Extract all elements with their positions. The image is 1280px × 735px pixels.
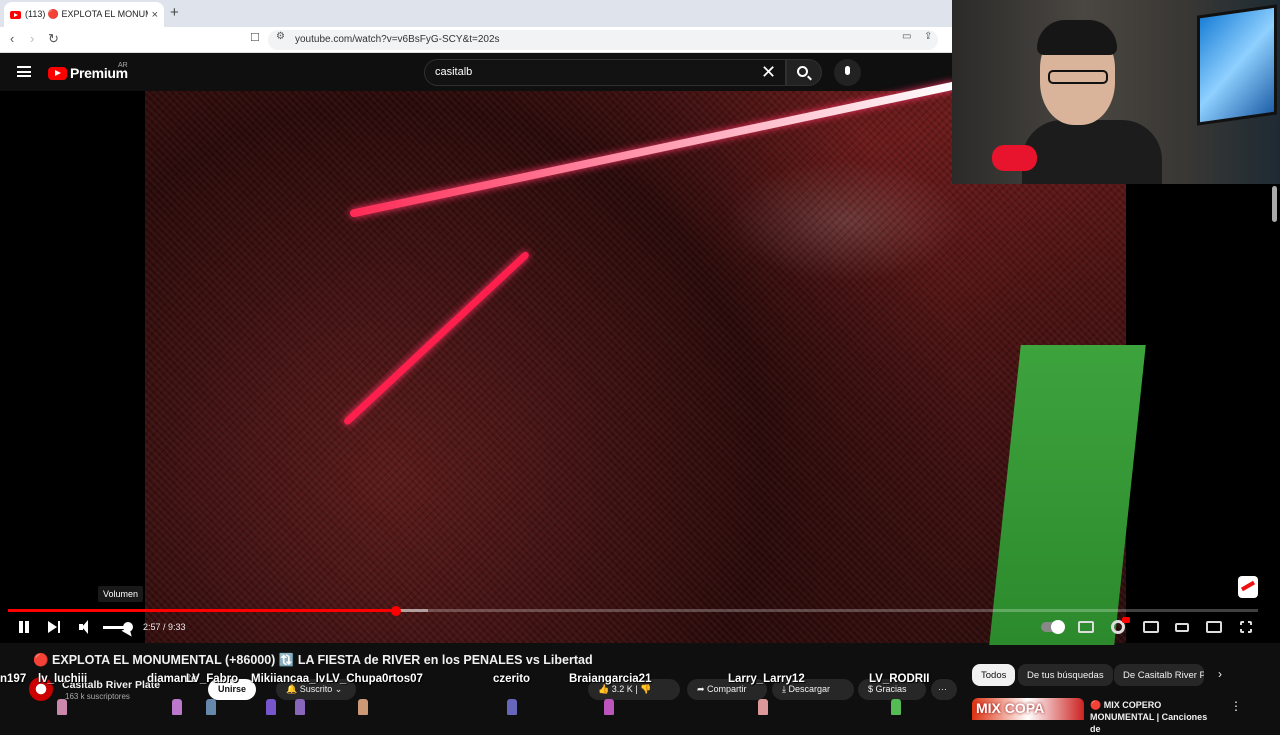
share-label: Compartir	[707, 684, 747, 694]
chip-from-searches[interactable]: De tus búsquedas	[1018, 664, 1113, 686]
download-label: Descargar	[788, 684, 830, 694]
hd-badge	[1122, 617, 1130, 623]
chat-overlay-name: lv_luchiii	[38, 673, 88, 685]
chat-overlay-name: Larry_Larry12	[728, 673, 805, 685]
pause-icon[interactable]	[18, 619, 29, 635]
install-app-icon[interactable]: ▭	[902, 31, 911, 42]
chat-avatar-sprite	[295, 699, 305, 715]
miniplayer-icon[interactable]	[1143, 621, 1159, 633]
chat-overlay-name: LV_Chupa0rtos07	[326, 673, 423, 685]
browser-tab[interactable]: (113) 🔴 EXPLOTA EL MONUMENTAL ×	[4, 2, 164, 27]
chip-all[interactable]: Todos	[972, 664, 1016, 686]
chat-avatar-sprite	[266, 699, 276, 715]
chat-avatar-sprite	[891, 699, 901, 715]
tab-close-icon[interactable]: ×	[152, 9, 158, 21]
chat-avatar-sprite	[507, 699, 517, 715]
chat-overlay-name: Braiangarcia21	[569, 673, 652, 685]
tab-title: (113) 🔴 EXPLOTA EL MONUMENTAL	[25, 9, 148, 19]
volume-icon[interactable]	[79, 619, 95, 635]
thanks-label: Gracias	[875, 684, 907, 694]
played-bar	[8, 609, 396, 612]
search-input[interactable]: casitalb	[424, 59, 786, 86]
recommended-title[interactable]: 🔴 MIX COPERO MONUMENTAL | Canciones de	[1090, 699, 1220, 735]
chat-avatar-sprite	[758, 699, 768, 715]
cast-icon[interactable]	[1206, 621, 1222, 633]
bookmark-icon[interactable]: ☐	[250, 31, 260, 44]
site-info-icon[interactable]: ⚙	[276, 31, 285, 42]
search-icon	[797, 66, 808, 77]
chat-overlay-name: czerito	[493, 673, 531, 685]
chevron-right-icon[interactable]: ›	[1218, 667, 1222, 681]
youtube-favicon-icon	[10, 10, 21, 19]
subscriber-count: 163 k suscriptores	[65, 692, 130, 701]
chat-overlay-name: n197	[0, 673, 27, 685]
video-title: 🔴 EXPLOTA EL MONUMENTAL (+86000) 🔃 LA FI…	[33, 653, 593, 667]
youtube-play-icon	[48, 66, 67, 80]
recommended-thumbnail[interactable]: MIX COPA	[972, 698, 1084, 720]
scrubber-handle[interactable]	[390, 606, 401, 616]
thumbnail-text: MIX COPA	[976, 700, 1045, 716]
like-count: 3.2 K	[611, 684, 633, 694]
hamburger-menu-icon[interactable]	[17, 66, 31, 77]
channel-watermark-icon[interactable]	[1238, 576, 1258, 598]
reload-icon[interactable]: ↻	[48, 31, 59, 47]
subscribed-label: Suscrito	[299, 684, 333, 694]
autoplay-toggle[interactable]	[1041, 620, 1065, 634]
voice-search-icon[interactable]	[834, 59, 861, 86]
clear-search-icon[interactable]: ✕	[761, 62, 776, 83]
volume-tooltip: Volumen	[98, 586, 144, 602]
forward-icon[interactable]: ›	[30, 31, 34, 46]
theater-mode-icon[interactable]	[1175, 623, 1189, 632]
webcam-overlay	[952, 0, 1280, 184]
back-icon[interactable]: ‹	[10, 31, 14, 46]
youtube-logo[interactable]: Premium	[48, 65, 128, 81]
progress-bar[interactable]	[8, 609, 1258, 612]
chat-overlay-name: LV_Fabro	[186, 673, 239, 685]
chat-overlay-name: LV_RODRII	[869, 673, 930, 685]
page-scrollbar[interactable]	[1272, 186, 1277, 222]
search-button[interactable]	[786, 59, 822, 86]
country-code: AR	[118, 62, 128, 69]
time-display: 2:57 / 9:33	[143, 622, 186, 632]
chat-avatar-sprite	[57, 699, 67, 715]
more-actions-button[interactable]: ···	[931, 679, 957, 700]
chat-avatar-sprite	[358, 699, 368, 715]
chat-avatar-sprite	[604, 699, 614, 715]
kebab-menu-icon[interactable]: ⋮	[1230, 699, 1242, 713]
chat-avatar-sprite	[172, 699, 182, 715]
new-tab-button[interactable]: +	[170, 4, 179, 21]
chat-avatar-sprite	[206, 699, 216, 715]
chip-from-channel[interactable]: De Casitalb River Plate	[1114, 664, 1204, 686]
url-field[interactable]: youtube.com/watch?v=v6BsFyG-SCY&t=202s	[268, 30, 938, 50]
fullscreen-icon[interactable]	[1240, 621, 1252, 633]
subtitles-icon[interactable]	[1078, 621, 1094, 633]
chat-overlay-name: Mikiiancaa_lv	[251, 673, 326, 685]
next-video-icon[interactable]	[48, 619, 62, 635]
share-page-icon[interactable]: ⇪	[924, 31, 932, 42]
